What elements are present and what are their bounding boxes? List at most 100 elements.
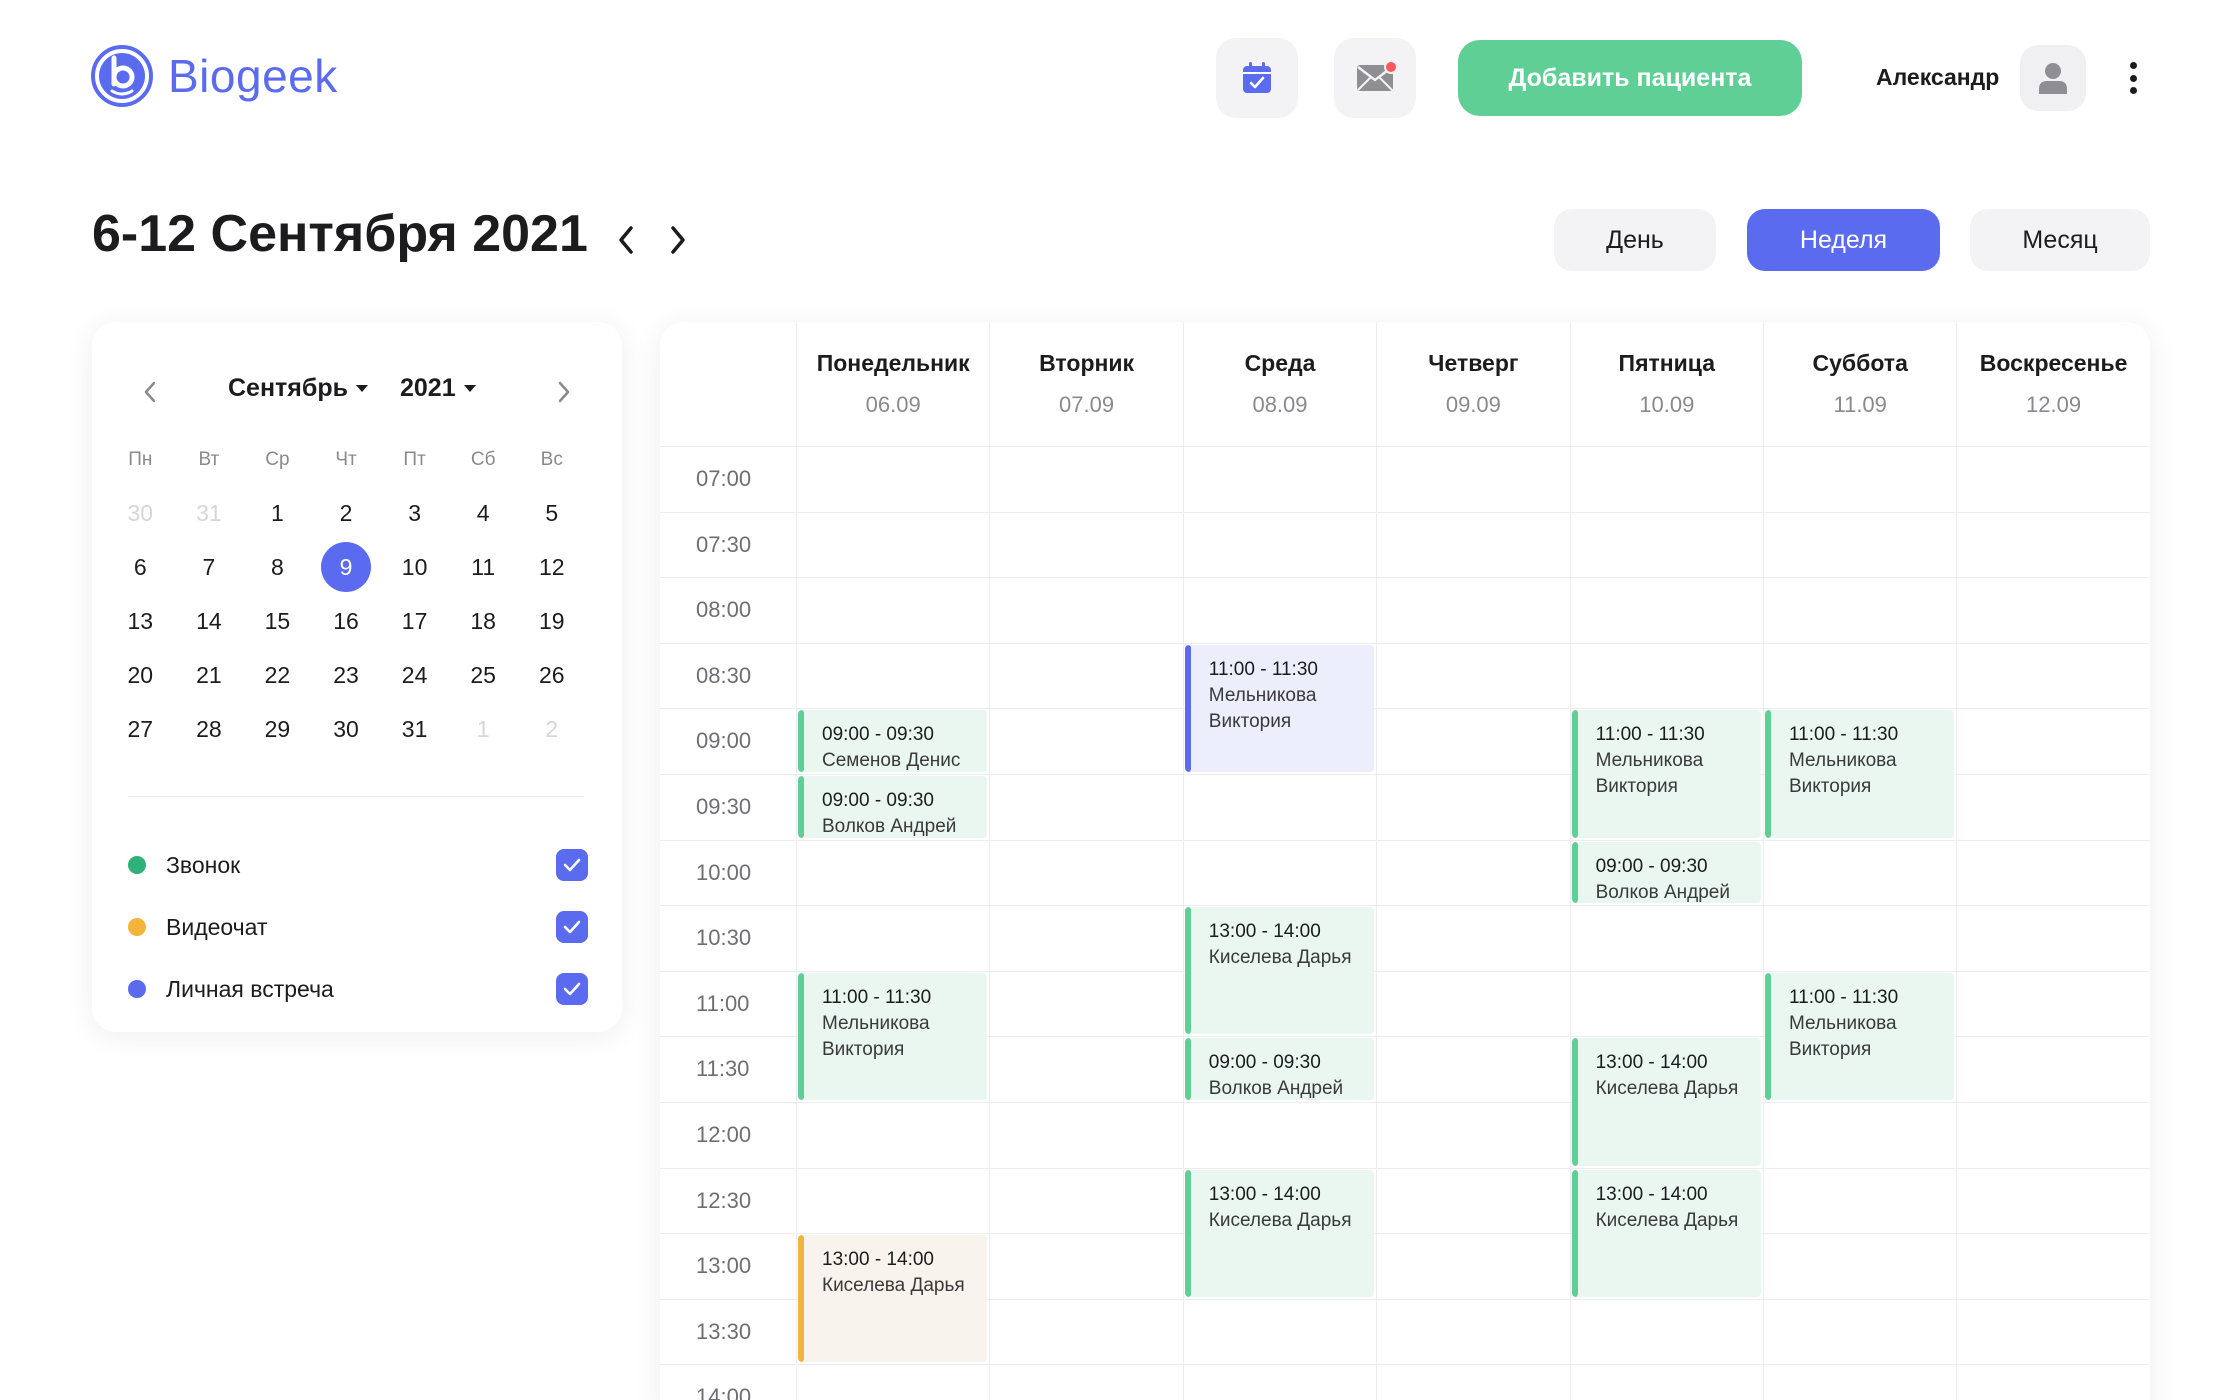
calendar-day[interactable]: 7 [175, 540, 244, 594]
calendar-day-number: 31 [196, 500, 222, 526]
calendar-day[interactable]: 31 [380, 702, 449, 756]
appointment-patient: Мельникова Виктория [822, 1012, 930, 1060]
chevron-right-icon [671, 226, 685, 254]
appointment-call[interactable]: 13:00 - 14:00 Киселева Дарья [1571, 1038, 1761, 1166]
appointment-call[interactable]: 09:00 - 09:30 Семенов Денис [798, 710, 988, 772]
brand-logo[interactable]: Biogeek [90, 44, 338, 108]
appointment-patient: Киселева Дарья [1208, 1209, 1352, 1231]
appointment-time: 11:00 - 11:30 [1789, 724, 1899, 746]
calendar-day[interactable]: 13 [106, 594, 175, 648]
calendar-day[interactable]: 19 [517, 594, 586, 648]
appointment-time: 09:00 - 09:30 [822, 724, 934, 746]
calendar-day[interactable]: 4 [449, 486, 518, 540]
calendar-day-number: 4 [476, 500, 490, 526]
calendar-day[interactable]: 23 [312, 648, 381, 702]
calendar-day[interactable]: 11 [449, 540, 518, 594]
more-vertical-icon[interactable] [2118, 58, 2148, 98]
calendar-button[interactable] [1216, 38, 1298, 118]
appointment-patient: Волков Андрей [1208, 1078, 1344, 1100]
calendar-day[interactable]: 1 [449, 702, 518, 756]
calendar-day[interactable]: 27 [106, 702, 175, 756]
appointment-call[interactable]: 09:00 - 09:30 Волков Андрей [1571, 841, 1761, 904]
calendar-day[interactable]: 17 [380, 594, 449, 648]
user-name[interactable]: Александр [1876, 64, 1999, 91]
calendar-day-number: 30 [127, 500, 154, 526]
calendar-day[interactable]: 6 [106, 540, 175, 594]
day-header: Среда 08.09 [1182, 322, 1376, 446]
view-week-button[interactable]: Неделя [1747, 209, 1940, 271]
calendar-day[interactable]: 28 [175, 702, 244, 756]
calendar-day[interactable]: 12 [517, 540, 586, 594]
calendar-day[interactable]: 15 [243, 594, 312, 648]
legend-checkbox[interactable] [556, 973, 588, 1005]
day-name: Понедельник [816, 350, 970, 376]
appointment-call[interactable]: 11:00 - 11:30 Мельникова Виктория [1765, 710, 1955, 838]
avatar[interactable] [2020, 45, 2086, 111]
legend-checkbox[interactable] [556, 911, 588, 943]
mini-calendar-next-button[interactable] [546, 374, 582, 410]
legend-checkbox[interactable] [556, 849, 588, 881]
header-divider [660, 446, 2150, 447]
calendar-day[interactable]: 2 [517, 702, 586, 756]
calendar-day[interactable]: 25 [449, 648, 518, 702]
calendar-day[interactable]: 22 [243, 648, 312, 702]
next-week-button[interactable] [660, 222, 696, 258]
calendar-day-selected[interactable]: 9 [312, 540, 381, 594]
calendar-day-number: 20 [127, 662, 154, 688]
calendar-day[interactable]: 29 [243, 702, 312, 756]
calendar-day[interactable]: 3 [380, 486, 449, 540]
grid-row-line [660, 905, 2150, 907]
calendar-day[interactable]: 2 [312, 486, 381, 540]
check-icon [563, 920, 581, 934]
calendar-day-number: 18 [470, 608, 496, 634]
time-label: 10:00 [696, 859, 752, 885]
calendar-day[interactable]: 31 [175, 486, 244, 540]
calendar-day[interactable]: 24 [380, 648, 449, 702]
view-month-button[interactable]: Месяц [1970, 209, 2150, 271]
appointment-call[interactable]: 09:00 - 09:30 Волков Андрей [1184, 1038, 1375, 1100]
calendar-day[interactable]: 30 [312, 702, 381, 756]
calendar-day[interactable]: 5 [517, 486, 586, 540]
appointment-call[interactable]: 09:00 - 09:30 Волков Андрей [798, 776, 988, 838]
appointment-patient: Мельникова Виктория [1208, 684, 1317, 732]
time-label: 07:00 [696, 466, 752, 491]
appointment-call[interactable]: 11:00 - 11:30 Мельникова Виктория [1571, 710, 1761, 838]
grid-row-line [660, 577, 2150, 579]
appointment-call[interactable]: 11:00 - 11:30 Мельникова Виктория [1765, 972, 1955, 1100]
appointment-call[interactable]: 13:00 - 14:00 Киселева Дарья [1184, 907, 1375, 1035]
calendar-day[interactable]: 21 [175, 648, 244, 702]
add-patient-button[interactable]: Добавить пациента [1458, 40, 1802, 116]
appointment-video[interactable]: 13:00 - 14:00 Киселева Дарья [798, 1235, 988, 1363]
calendar-day-number: 1 [476, 716, 490, 742]
calendar-day-number: 8 [271, 554, 284, 580]
calendar-day[interactable]: 26 [517, 648, 586, 702]
grid-column-line [1763, 322, 1764, 1400]
day-date: 09.09 [1445, 392, 1501, 417]
calendar-day[interactable]: 8 [243, 540, 312, 594]
legend-color-dot [128, 918, 146, 936]
view-day-button[interactable]: День [1554, 209, 1716, 271]
calendar-day-number: 30 [333, 716, 359, 742]
calendar-day-number: 2 [339, 500, 353, 526]
app-header: Biogeek Добавить пациента Александр [0, 0, 2236, 160]
messages-button[interactable] [1334, 38, 1416, 118]
grid-row-line [660, 1167, 2150, 1169]
calendar-day[interactable]: 18 [449, 594, 518, 648]
calendar-day[interactable]: 30 [106, 486, 175, 540]
time-label: 11:30 [696, 1056, 750, 1082]
calendar-day[interactable]: 16 [312, 594, 381, 648]
prev-week-button[interactable] [608, 222, 644, 258]
appointment-meeting[interactable]: 11:00 - 11:30 Мельникова Виктория [1184, 644, 1375, 772]
mini-calendar-prev-button[interactable] [132, 374, 168, 410]
calendar-day[interactable]: 1 [243, 486, 312, 540]
calendar-day[interactable]: 10 [380, 540, 449, 594]
year-select[interactable]: 2021 [400, 374, 476, 403]
appointment-call[interactable]: 11:00 - 11:30 Мельникова Виктория [798, 972, 988, 1100]
month-select[interactable]: Сентябрь [228, 374, 368, 403]
grid-row-line [660, 839, 2150, 841]
calendar-day[interactable]: 14 [175, 594, 244, 648]
calendar-day[interactable]: 20 [106, 648, 175, 702]
appointment-call[interactable]: 13:00 - 14:00 Киселева Дарья [1184, 1169, 1375, 1297]
calendar-check-icon [1243, 62, 1271, 93]
appointment-call[interactable]: 13:00 - 14:00 Киселева Дарья [1571, 1169, 1761, 1297]
